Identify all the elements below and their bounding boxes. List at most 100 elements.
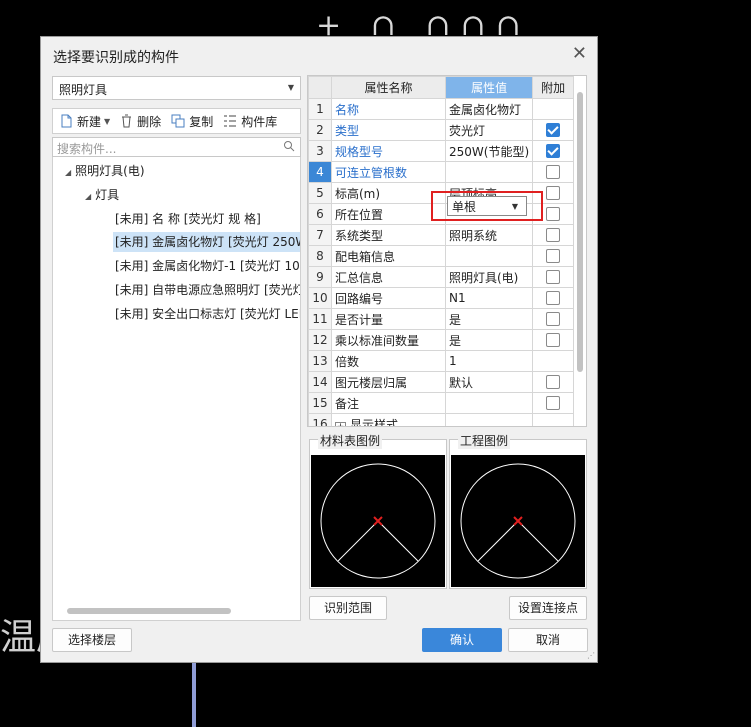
extra-cell	[532, 245, 575, 267]
tree-item[interactable]: [未用] 安全出口标志灯 [荧光灯 LED	[115, 304, 300, 324]
tree-node-label: 照明灯具(电)	[75, 164, 145, 178]
checkbox[interactable]	[546, 207, 561, 222]
extra-cell	[532, 350, 575, 372]
property-name: 配电箱信息	[331, 245, 446, 267]
property-row[interactable]: 11 是否计量是	[308, 308, 575, 330]
resize-grip-icon[interactable]: ⋰	[587, 651, 595, 660]
property-row[interactable]: 2 类型 荧光灯	[308, 119, 575, 141]
property-row[interactable]: 9 汇总信息 照明灯具(电)	[308, 266, 575, 288]
category-select-value: 照明灯具	[59, 83, 108, 97]
property-row[interactable]: 12 乘以标准间数量是	[308, 329, 575, 351]
property-row[interactable]: 7 系统类型 照明系统	[308, 224, 575, 246]
checkbox[interactable]	[546, 249, 561, 264]
property-name: 名称	[331, 98, 446, 120]
property-row[interactable]: 13 倍数 1	[308, 350, 575, 372]
checkbox[interactable]	[546, 375, 561, 390]
row-number: 2	[308, 119, 332, 141]
property-value[interactable]: 照明系统	[444, 224, 534, 246]
checkbox[interactable]	[546, 228, 561, 243]
row-number: 10	[308, 287, 332, 309]
property-value[interactable]: 金属卤化物灯	[444, 98, 534, 120]
checkbox[interactable]	[546, 165, 561, 180]
set-connection-point-button[interactable]: 设置连接点	[509, 596, 587, 620]
new-button-label: 新建	[77, 114, 102, 129]
property-value[interactable]	[444, 413, 534, 426]
component-search-input[interactable]: 搜索构件...	[52, 137, 301, 157]
property-row[interactable]: 10 回路编号 N1	[308, 287, 575, 309]
property-row[interactable]: 16 + 显示样式	[308, 413, 575, 426]
property-name: 系统类型	[331, 224, 446, 246]
property-name: 可连立管根数	[331, 161, 446, 183]
checkbox-checked[interactable]	[546, 144, 561, 159]
checkbox[interactable]	[546, 396, 561, 411]
tree-node-group[interactable]: ◢ 灯具	[85, 185, 119, 205]
delete-button[interactable]: 删除	[120, 113, 161, 130]
checkbox[interactable]	[546, 270, 561, 285]
row-number: 7	[308, 224, 332, 246]
new-button[interactable]: 新建 ▼	[59, 113, 110, 130]
property-value[interactable]	[444, 245, 534, 267]
property-value[interactable]: 默认	[444, 371, 534, 393]
row-number: 16	[308, 413, 332, 426]
row-number: 4	[308, 161, 332, 183]
property-value[interactable]: 是	[444, 308, 534, 330]
checkbox-checked[interactable]	[546, 123, 561, 138]
property-row[interactable]: 8 配电箱信息	[308, 245, 575, 267]
tree-item[interactable]: [未用] 名 称 [荧光灯 规 格]	[115, 209, 261, 229]
engineering-legend-preview	[451, 455, 585, 587]
component-tree: ◢ 照明灯具(电) ◢ 灯具 [未用] 名 称 [荧光灯 规 格] [未用] 金属卤…	[52, 157, 301, 621]
property-value[interactable]: 照明灯具(电)	[444, 266, 534, 288]
expand-plus-icon[interactable]: +	[335, 421, 346, 426]
property-value[interactable]: 1	[444, 350, 534, 372]
close-icon[interactable]: ✕	[572, 43, 587, 64]
property-name: 回路编号	[331, 287, 446, 309]
category-select[interactable]: 照明灯具 ▼	[52, 76, 301, 100]
trash-icon	[122, 114, 132, 128]
property-name: 备注	[331, 392, 446, 414]
property-name: 规格型号	[331, 140, 446, 162]
property-row[interactable]: 1 名称 金属卤化物灯	[308, 98, 575, 120]
property-name: 汇总信息	[331, 266, 446, 288]
pipe-count-select[interactable]: 单根 ▼	[447, 196, 527, 216]
ok-button[interactable]: 确认	[422, 628, 502, 652]
row-number: 11	[308, 308, 332, 330]
background-cad-line	[192, 662, 196, 727]
cancel-button[interactable]: 取消	[508, 628, 588, 652]
lamp-symbol-icon	[320, 463, 436, 579]
material-legend-label: 材料表图例	[318, 432, 383, 449]
property-value[interactable]: 荧光灯	[444, 119, 534, 141]
extra-cell	[532, 266, 575, 288]
tree-item-selected[interactable]: [未用] 金属卤化物灯 [荧光灯 250W	[113, 232, 300, 252]
property-value[interactable]: 是	[444, 329, 534, 351]
property-name: 倍数	[331, 350, 446, 372]
checkbox[interactable]	[546, 312, 561, 327]
tree-item[interactable]: [未用] 金属卤化物灯-1 [荧光灯 100	[115, 256, 300, 276]
extra-cell	[532, 413, 575, 426]
property-value[interactable]: N1	[444, 287, 534, 309]
property-value[interactable]	[444, 161, 534, 183]
copy-button[interactable]: 复制	[171, 113, 213, 130]
checkbox[interactable]	[546, 291, 561, 306]
component-library-button[interactable]: 构件库	[223, 113, 277, 130]
vertical-scrollbar[interactable]	[577, 92, 583, 372]
row-number: 6	[308, 203, 332, 225]
property-row[interactable]: 15 备注	[308, 392, 575, 414]
extra-cell	[532, 224, 575, 246]
property-value[interactable]: 250W(节能型)	[444, 140, 534, 162]
recognize-range-button[interactable]: 识别范围	[309, 596, 387, 620]
property-row[interactable]: 14 图元楼层归属 默认	[308, 371, 575, 393]
tree-node-root[interactable]: ◢ 照明灯具(电)	[65, 161, 145, 181]
select-floor-button[interactable]: 选择楼层	[52, 628, 132, 652]
property-name-expandable: + 显示样式	[331, 413, 446, 426]
checkbox[interactable]	[546, 333, 561, 348]
property-name: 类型	[331, 119, 446, 141]
horizontal-scrollbar[interactable]	[67, 608, 231, 614]
checkbox[interactable]	[546, 186, 561, 201]
property-row[interactable]: 3 规格型号 250W(节能型)	[308, 140, 575, 162]
property-name: 乘以标准间数量	[331, 329, 446, 351]
property-row[interactable]: 4 可连立管根数	[308, 161, 575, 183]
property-value[interactable]	[444, 392, 534, 414]
header-property-name: 属性名称	[331, 76, 446, 99]
chevron-down-icon: ▼	[511, 202, 518, 211]
tree-item[interactable]: [未用] 自带电源应急照明灯 [荧光灯	[115, 280, 300, 300]
